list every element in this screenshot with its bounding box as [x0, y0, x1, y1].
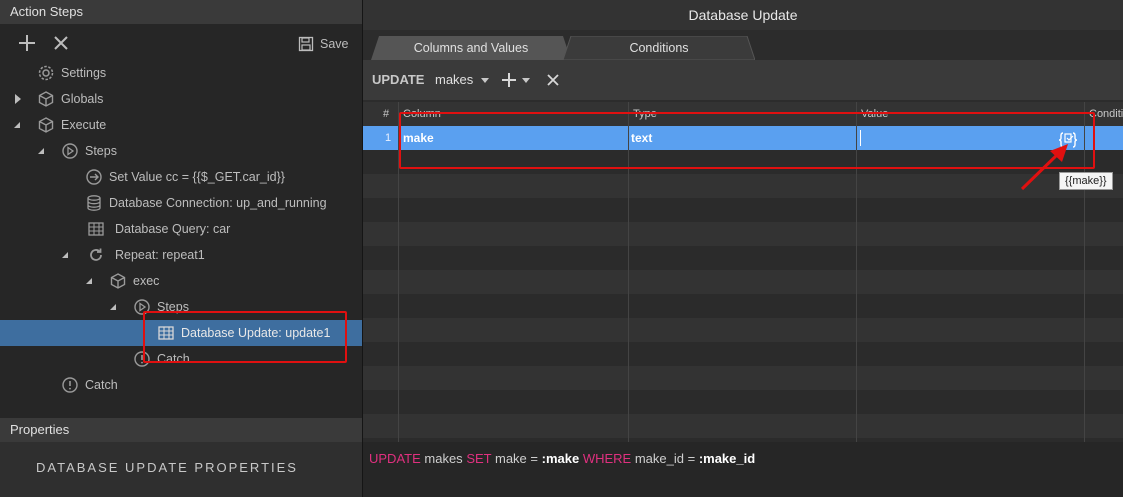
- close-icon[interactable]: [50, 32, 72, 54]
- collapse-arrow-icon[interactable]: [85, 268, 95, 294]
- tree-item-repeat[interactable]: Repeat: repeat1: [0, 242, 362, 268]
- cube-icon: [109, 272, 127, 290]
- tree-item-database-connection[interactable]: Database Connection: up_and_running: [0, 190, 362, 216]
- update-keyword: UPDATE: [372, 72, 425, 87]
- collapse-arrow-icon[interactable]: [109, 294, 119, 320]
- close-icon[interactable]: [545, 72, 561, 88]
- save-label: Save: [320, 37, 349, 51]
- arrow-circle-icon: [85, 168, 103, 186]
- expand-arrow-icon[interactable]: [13, 86, 23, 112]
- collapse-arrow-icon[interactable]: [13, 112, 23, 138]
- highlight-box-tree-item: [143, 311, 347, 363]
- update-toolbar: UPDATE makes: [363, 60, 1123, 100]
- tree-item-globals[interactable]: Globals: [0, 86, 362, 112]
- save-icon: [298, 36, 314, 52]
- alert-circle-icon: [61, 376, 79, 394]
- chevron-down-icon: [522, 78, 530, 83]
- tab-strip: Columns and Values Conditions: [363, 30, 1123, 60]
- properties-header: Properties: [0, 418, 362, 442]
- database-icon: [85, 194, 103, 212]
- plus-icon[interactable]: [16, 32, 38, 54]
- tree-item-database-query[interactable]: Database Query: car: [0, 216, 362, 242]
- play-circle-icon: [61, 142, 79, 160]
- sql-preview: UPDATE makes SET make = :make WHERE make…: [363, 442, 1123, 497]
- tooltip: {{make}}: [1059, 172, 1113, 190]
- cube-icon: [37, 116, 55, 134]
- add-column-button[interactable]: [499, 70, 533, 90]
- plus-icon: [502, 73, 516, 87]
- collapse-arrow-icon[interactable]: [37, 138, 47, 164]
- tree-item-set-value[interactable]: Set Value cc = {{$_GET.car_id}}: [0, 164, 362, 190]
- cube-icon: [37, 90, 55, 108]
- dialog-title: Database Update: [363, 0, 1123, 30]
- row-number: 1: [385, 132, 392, 144]
- gear-icon: [37, 64, 55, 82]
- tab-conditions[interactable]: Conditions: [563, 36, 755, 60]
- action-steps-header: Action Steps: [0, 0, 362, 24]
- properties-title: DATABASE UPDATE PROPERTIES: [36, 460, 298, 475]
- properties-body: DATABASE UPDATE PROPERTIES: [0, 442, 362, 497]
- repeat-icon: [87, 246, 105, 264]
- tab-columns-and-values[interactable]: Columns and Values: [371, 36, 571, 60]
- table-icon: [87, 220, 105, 238]
- tree-item-exec[interactable]: exec: [0, 268, 362, 294]
- tree-item-catch[interactable]: Catch: [0, 372, 362, 398]
- action-steps-toolbar: Save: [0, 26, 362, 60]
- collapse-arrow-icon[interactable]: [61, 242, 71, 268]
- column-header-number: #: [383, 108, 390, 120]
- tree-item-steps[interactable]: Steps: [0, 138, 362, 164]
- table-select[interactable]: makes: [435, 70, 489, 90]
- chevron-down-icon: [480, 78, 489, 84]
- tree-item-execute[interactable]: Execute: [0, 112, 362, 138]
- database-update-panel: Database Update Columns and Values Condi…: [363, 0, 1123, 497]
- tree-item-settings[interactable]: Settings: [0, 60, 362, 86]
- action-steps-panel: Action Steps Save Settings Globals Execu…: [0, 0, 363, 497]
- highlight-box-row: [399, 112, 1095, 169]
